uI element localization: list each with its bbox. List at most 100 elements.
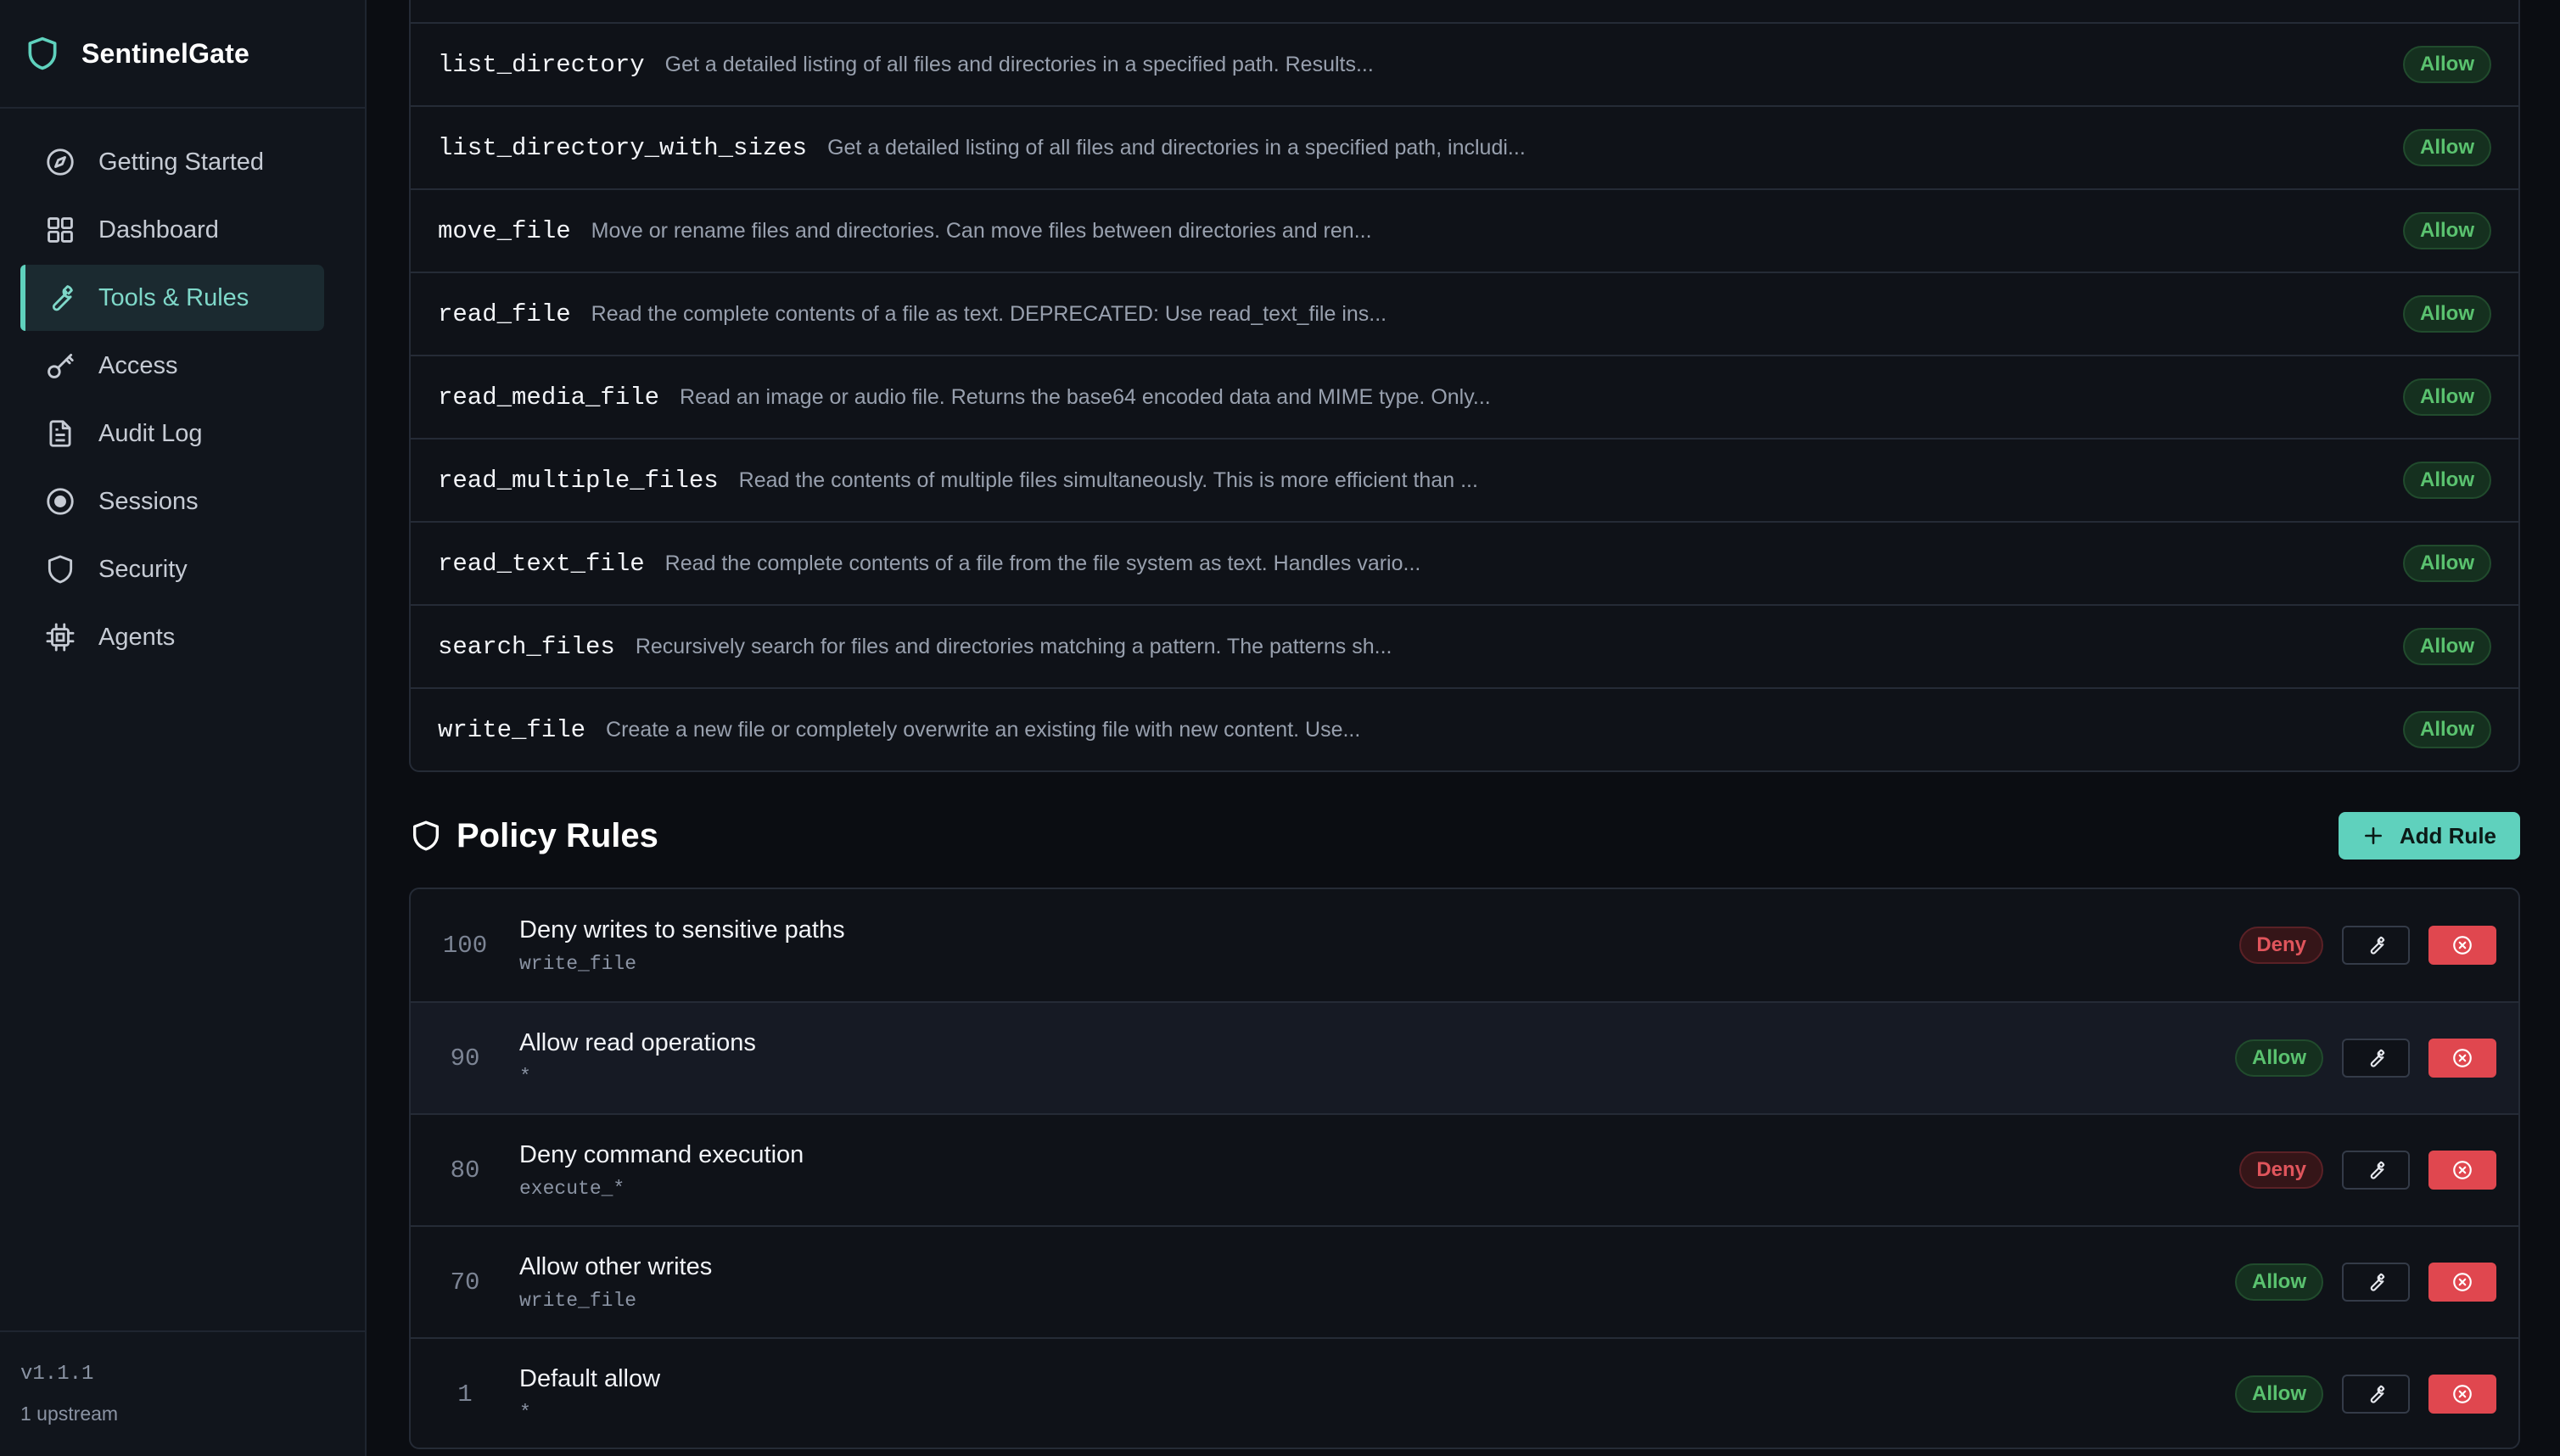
delete-rule-button[interactable] [2428,1375,2496,1414]
sidebar-item-label: Sessions [98,487,199,515]
brand[interactable]: SentinelGate [0,0,365,109]
wrench-icon [2370,1273,2385,1291]
deny-badge: Deny [2239,1151,2323,1189]
table-row[interactable]: list_directory_with_sizes Get a detailed… [411,105,2518,188]
allow-badge: Allow [2403,711,2491,748]
delete-rule-button[interactable] [2428,1039,2496,1078]
tool-name: read_multiple_files [438,466,719,495]
sidebar-item-sessions[interactable]: Sessions [20,468,324,535]
allow-badge: Allow [2403,545,2491,582]
add-rule-label: Add Rule [2399,822,2496,848]
table-row[interactable]: move_file Move or rename files and direc… [411,188,2518,272]
tool-description: Move or rename files and directories. Ca… [591,218,1372,243]
rule-name: Deny command execution [519,1140,804,1168]
tool-name: list_directory [438,50,645,79]
version-label: v1.1.1 [20,1363,94,1386]
allow-badge: Allow [2403,295,2491,333]
close-circle-icon [2453,1385,2472,1403]
wrench-icon [44,282,76,314]
main-content: list_directory Get a detailed listing of… [368,0,2560,1456]
tool-description: Create a new file or completely overwrit… [606,717,1361,742]
edit-rule-button[interactable] [2342,1151,2410,1190]
sidebar-item-getting-started[interactable]: Getting Started [20,129,324,195]
rule-text: Deny command execution execute_* [519,1141,804,1200]
shield-logo-icon [28,36,57,70]
sidebar-item-label: Tools & Rules [98,283,249,311]
rule-row[interactable]: 100 Deny writes to sensitive paths write… [411,889,2518,1001]
rule-row[interactable]: 80 Deny command execution execute_* Deny [411,1113,2518,1225]
sidebar-item-tools-rules[interactable]: Tools & Rules [20,265,324,331]
sidebar-item-security[interactable]: Security [20,536,324,602]
sidebar-item-label: Security [98,555,188,583]
edit-rule-button[interactable] [2342,926,2410,965]
rule-row[interactable]: 70 Allow other writes write_file Allow [411,1225,2518,1337]
tool-name: search_files [438,632,615,661]
rule-row[interactable]: 1 Default allow * Allow [411,1337,2518,1448]
plus-icon [2364,827,2382,844]
table-row[interactable]: read_multiple_files Read the contents of… [411,438,2518,521]
sidebar-item-label: Getting Started [98,148,265,176]
rule-name: Default allow [519,1364,661,1392]
grid-icon [44,214,76,246]
delete-rule-button[interactable] [2428,926,2496,965]
delete-rule-button[interactable] [2428,1151,2496,1190]
target-icon [44,485,76,518]
allow-badge: Allow [2235,1263,2323,1301]
document-icon [44,417,76,450]
table-row[interactable]: search_files Recursively search for file… [411,604,2518,687]
wrench-icon [2370,1049,2385,1067]
edit-rule-button[interactable] [2342,1039,2410,1078]
tool-description: Read the complete contents of a file as … [591,301,1387,326]
sidebar: SentinelGate Getting Started Dashboard T… [0,0,367,1456]
table-row[interactable]: read_media_file Read an image or audio f… [411,355,2518,438]
tool-name: list_directory_with_sizes [438,133,808,162]
rule-actions: Deny [2239,926,2496,965]
tool-name: write_file [438,715,586,744]
sidebar-footer: v1.1.1 1 upstream [0,1330,365,1456]
tool-description: Get a detailed listing of all files and … [664,52,1374,76]
upstream-count: 1 upstream [20,1403,119,1425]
brand-name: SentinelGate [81,37,250,69]
rule-pattern: * [519,1401,531,1424]
rule-row[interactable]: 90 Allow read operations * Allow [411,1001,2518,1113]
wrench-icon [2370,1385,2385,1403]
sidebar-item-audit-log[interactable]: Audit Log [20,400,324,467]
table-row[interactable]: read_file Read the complete contents of … [411,272,2518,355]
sidebar-item-access[interactable]: Access [20,333,324,399]
table-row[interactable]: read_text_file Read the complete content… [411,521,2518,604]
allow-badge: Allow [2235,1375,2323,1413]
policy-rules-header: Policy Rules Add Rule [409,810,2520,861]
table-row[interactable]: list_directory Get a detailed listing of… [411,22,2518,105]
policy-rules-list: 100 Deny writes to sensitive paths write… [409,888,2520,1449]
allow-badge: Allow [2403,129,2491,166]
compass-icon [44,146,76,178]
rule-name: Deny writes to sensitive paths [519,916,845,944]
allow-badge: Allow [2403,628,2491,665]
shield-icon [413,820,439,851]
tool-description: Read the complete contents of a file fro… [664,551,1421,575]
rule-text: Allow read operations * [519,1029,756,1088]
wrench-icon [2370,1161,2385,1179]
allow-badge: Allow [2403,378,2491,416]
rule-actions: Allow [2235,1375,2496,1414]
add-rule-button[interactable]: Add Rule [2338,812,2520,860]
rule-actions: Allow [2235,1039,2496,1078]
close-circle-icon [2453,1273,2472,1291]
tool-name: read_text_file [438,549,645,578]
sidebar-item-agents[interactable]: Agents [20,604,324,670]
delete-rule-button[interactable] [2428,1263,2496,1302]
tools-table: list_directory Get a detailed listing of… [409,0,2520,772]
table-row[interactable]: write_file Create a new file or complete… [411,687,2518,770]
rule-text: Allow other writes write_file [519,1253,712,1312]
close-circle-icon [2453,936,2472,955]
rule-text: Default allow * [519,1365,660,1424]
rule-pattern: write_file [519,952,637,975]
sidebar-item-dashboard[interactable]: Dashboard [20,197,324,263]
edit-rule-button[interactable] [2342,1263,2410,1302]
edit-rule-button[interactable] [2342,1375,2410,1414]
close-circle-icon [2453,1049,2472,1067]
sidebar-item-label: Agents [98,623,176,651]
rule-priority: 90 [450,1044,480,1072]
rule-text: Deny writes to sensitive paths write_fil… [519,916,845,975]
rule-pattern: write_file [519,1289,637,1312]
